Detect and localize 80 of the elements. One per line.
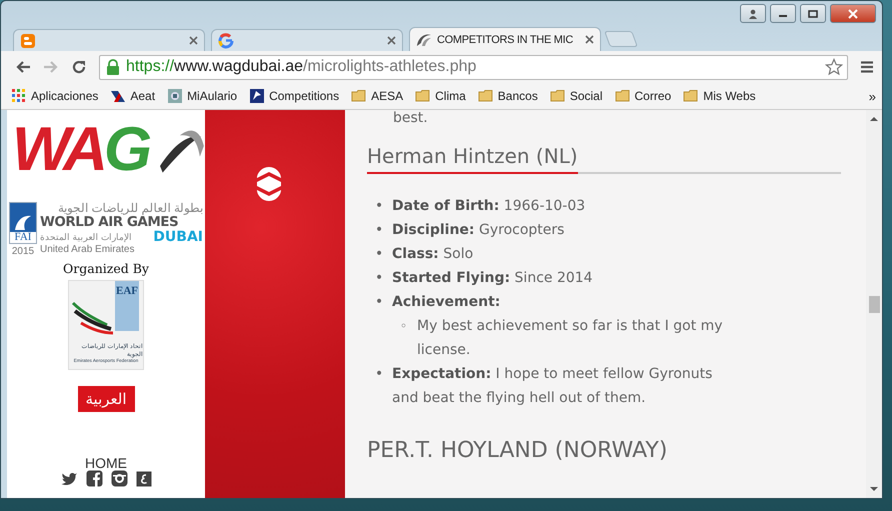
site-logo-icon: [167, 88, 184, 104]
list-bullet: ◦: [400, 318, 408, 335]
reload-icon[interactable]: [71, 59, 87, 75]
bookmark-item[interactable]: Mis Webs: [683, 88, 756, 104]
arabic-title: بطولة العالم للرياضات الجوية: [56, 202, 203, 215]
back-icon[interactable]: [15, 60, 31, 74]
fact-item: Expectation: I hope to meet fellow Gyronuts and beat the flying hell out of them.: [392, 365, 714, 408]
paragraph-fragment: best.: [393, 110, 429, 126]
close-icon: [847, 8, 859, 18]
games-title: WORLD AIR GAMES: [40, 215, 178, 230]
city-logo: DUBAI: [153, 230, 203, 244]
bookmark-item[interactable]: Aeat: [110, 88, 156, 104]
year-text: 2015: [12, 246, 34, 257]
close-icon[interactable]: [189, 36, 198, 45]
letter-tile-icon[interactable]: [136, 470, 152, 486]
fact-item: Discipline: Gyrocopters: [392, 221, 566, 240]
browser-tab[interactable]: COMPETITORS IN THE MIC: [409, 27, 601, 51]
url-text: https://www.wagdubai.ae/microlights-athletes.php: [126, 58, 478, 76]
close-icon[interactable]: [387, 36, 396, 45]
list-bullet: •: [375, 221, 384, 240]
list-bullet: •: [375, 197, 384, 216]
address-bar[interactable]: https://www.wagdubai.ae/microlights-athletes.php: [99, 54, 848, 80]
folder-icon: [550, 88, 566, 104]
arabic-country: الإمارات العربية المتحدة: [40, 232, 132, 242]
folder-icon: [415, 88, 432, 104]
bird-icon[interactable]: [60, 470, 78, 487]
folder-icon: [478, 88, 494, 104]
camera-icon[interactable]: [110, 470, 128, 487]
menu-icon[interactable]: [860, 60, 874, 74]
language-button[interactable]: العربية: [78, 386, 134, 412]
g-logo-icon: [218, 32, 234, 48]
browser-tab[interactable]: [211, 29, 403, 51]
scroll-down-icon[interactable]: [870, 486, 878, 492]
bookmark-item[interactable]: Aplicaciones: [11, 88, 98, 104]
fact-item: Achievement:: [392, 293, 502, 312]
maximize-button[interactable]: [800, 4, 826, 23]
eaf-initials: EAF: [115, 281, 139, 331]
list-bullet: •: [375, 269, 384, 288]
f-logo-icon[interactable]: [86, 470, 102, 487]
fai-text: FAI: [10, 232, 36, 243]
athlete-name: PER.T. HOYLAND (NORWAY): [367, 438, 668, 463]
bookmark-item[interactable]: Correo: [614, 88, 672, 104]
fact-item: Date of Birth: 1966-10-03: [392, 197, 586, 216]
folder-icon: [351, 88, 368, 104]
athlete-name: Herman Hintzen (NL): [367, 144, 578, 174]
fact-item: Class: Solo: [392, 245, 474, 264]
scroll-arrows-icon[interactable]: [256, 166, 282, 202]
maximize-icon: [808, 10, 818, 18]
bookmark-item[interactable]: AESA: [351, 88, 404, 104]
star-icon[interactable]: [825, 58, 843, 76]
country-text: United Arab Emirates: [40, 244, 134, 255]
list-bullet: •: [375, 245, 384, 264]
folder-icon: [614, 88, 631, 104]
close-button[interactable]: [830, 4, 876, 23]
competition-logo-icon: [249, 88, 266, 104]
folder-icon: [683, 88, 700, 104]
apps-grid-icon: [11, 88, 27, 104]
aeat-logo-icon: [110, 88, 126, 104]
home-link[interactable]: HOME: [85, 456, 127, 470]
user-icon[interactable]: [740, 4, 766, 23]
bookmark-item[interactable]: Social: [550, 88, 603, 104]
bookmark-item[interactable]: MiAulario: [167, 88, 238, 104]
logo-text: WAG: [11, 114, 150, 186]
scroll-up-icon[interactable]: [870, 116, 878, 122]
close-icon[interactable]: [585, 35, 594, 44]
fact-item: Started Flying: Since 2014: [392, 269, 594, 288]
wing-logo-icon: [416, 32, 432, 48]
bookmark-item[interactable]: Competitions: [249, 88, 340, 104]
scrollbar[interactable]: [866, 110, 882, 498]
bookmark-item[interactable]: Clima: [415, 88, 466, 104]
list-bullet: •: [375, 365, 384, 384]
fact-detail: My best achievement so far is that I got my license.: [417, 317, 724, 360]
bookmarks-overflow-button[interactable]: »: [868, 88, 876, 104]
lock-icon: [106, 59, 120, 75]
list-bullet: •: [375, 293, 384, 312]
bookmark-item[interactable]: Bancos: [478, 88, 538, 104]
minimize-button[interactable]: [770, 4, 796, 23]
scrollbar-thumb[interactable]: [869, 296, 880, 313]
organized-by-text: Organized By: [63, 261, 149, 276]
blog-logo-icon: [20, 32, 36, 48]
